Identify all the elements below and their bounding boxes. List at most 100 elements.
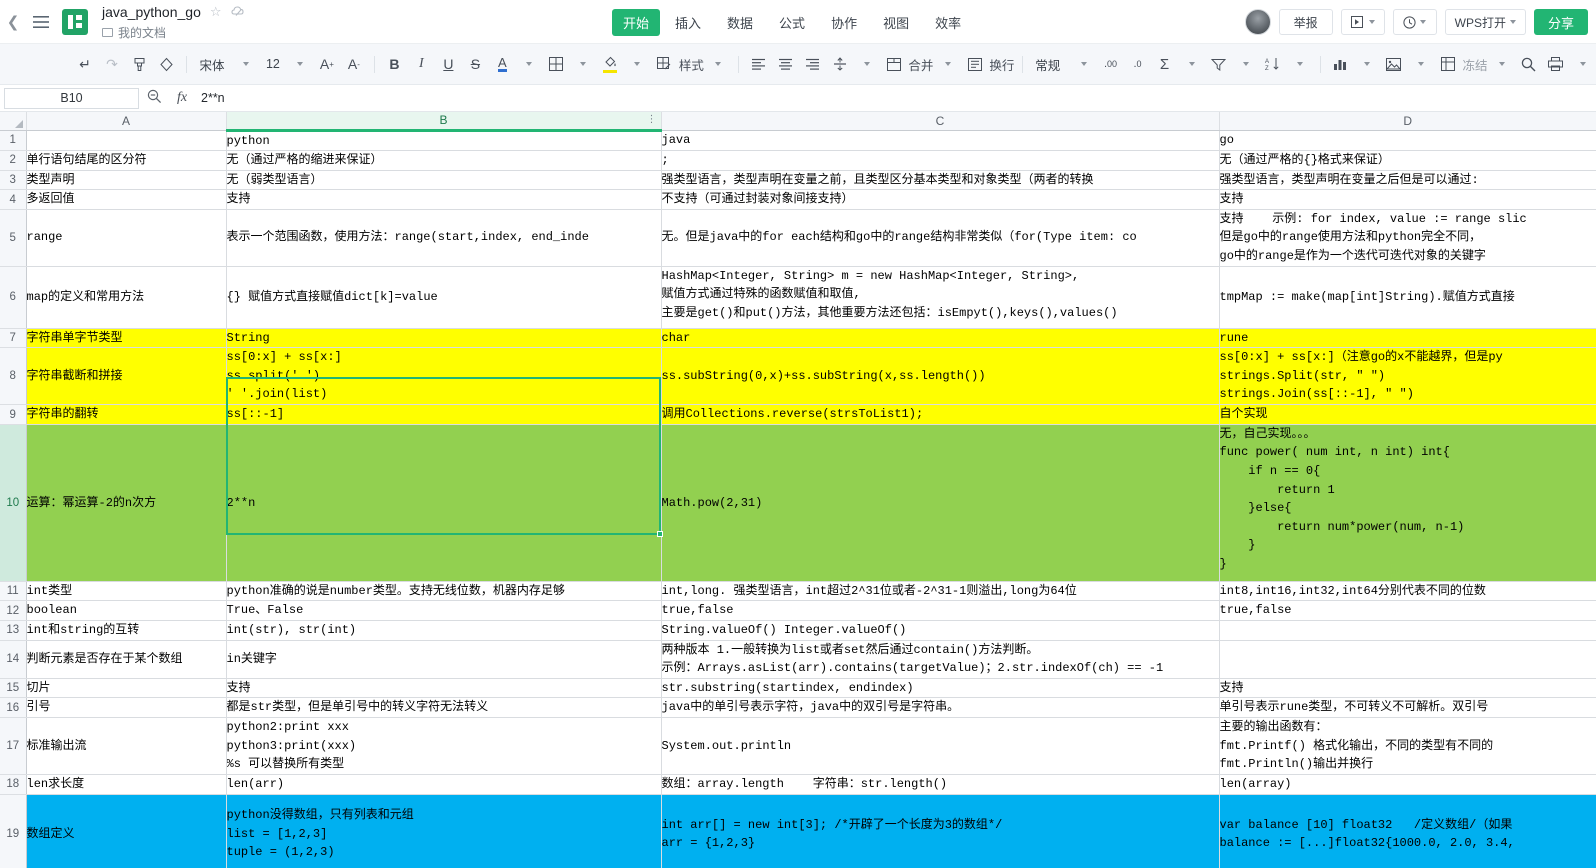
font-size-chevron-down-icon[interactable] xyxy=(287,50,313,78)
cell-d14[interactable] xyxy=(1219,640,1596,679)
table-row[interactable]: 18 len求长度 len(arr) 数组：array.length 字符串：s… xyxy=(0,774,1596,795)
cell-a17[interactable]: 标准输出流 xyxy=(26,717,227,775)
wrap-text-label[interactable]: 换行 xyxy=(989,50,1015,78)
table-row[interactable]: 10 运算：幂运算-2的n次方 2**n Math.pow(2,31) 无，自己… xyxy=(0,424,1596,582)
chart-chevron-down-icon[interactable] xyxy=(1354,50,1380,78)
column-header-c[interactable]: C xyxy=(661,112,1220,131)
cell-b11[interactable]: python准确的说是number类型。支持无线位数，机器内存足够 xyxy=(226,581,662,602)
cell-d6[interactable]: tmpMap := make(map[int]String).赋值方式直接 xyxy=(1219,266,1596,329)
freeze-chevron-down-icon[interactable] xyxy=(1489,50,1515,78)
cloud-sync-icon[interactable] xyxy=(230,5,246,20)
cell-c1[interactable]: java xyxy=(661,130,1220,152)
row-header-11[interactable]: 11 xyxy=(0,581,27,602)
cell-c11[interactable]: int,long. 强类型语言，int超过2^31位或者-2^31-1则溢出,l… xyxy=(661,581,1220,602)
cell-style-icon[interactable] xyxy=(651,50,677,78)
decrease-font-size-icon[interactable]: A- xyxy=(341,50,367,78)
table-row[interactable]: 5 range 表示一个范围函数，使用方法：range(start,index,… xyxy=(0,209,1596,267)
share-button[interactable]: 分享 xyxy=(1533,9,1588,35)
cell-a11[interactable]: int类型 xyxy=(26,581,227,602)
cell-b16[interactable]: 都是str类型，但是单引号中的转义字符无法转义 xyxy=(226,697,662,718)
cell-d18[interactable]: len(array) xyxy=(1219,774,1596,795)
cell-a15[interactable]: 切片 xyxy=(26,678,227,699)
italic-button[interactable]: I xyxy=(408,50,434,78)
align-left-icon[interactable] xyxy=(746,50,772,78)
cell-b2[interactable]: 无（通过严格的缩进来保证） xyxy=(226,150,662,171)
cell-a7[interactable]: 字符串单字节类型 xyxy=(26,328,227,349)
cell-c4[interactable]: 不支持（可通过封装对象间接支持） xyxy=(661,189,1220,210)
cell-a14[interactable]: 判断元素是否存在于某个数组 xyxy=(26,640,227,679)
table-row[interactable]: 12 boolean True、False true,false true,fa… xyxy=(0,600,1596,622)
tab-insert[interactable]: 插入 xyxy=(664,9,712,36)
bold-button[interactable]: B xyxy=(381,50,407,78)
freeze-label[interactable]: 冻结 xyxy=(1462,50,1488,78)
cell-c13[interactable]: String.valueOf() Integer.valueOf() xyxy=(661,620,1220,641)
print-icon[interactable] xyxy=(1543,50,1569,78)
cell-b3[interactable]: 无（弱类型语言） xyxy=(226,170,662,191)
tab-view[interactable]: 视图 xyxy=(872,9,920,36)
tab-start[interactable]: 开始 xyxy=(612,8,661,36)
row-header-4[interactable]: 4 xyxy=(0,189,27,210)
cell-c8[interactable]: ss.subString(0,x)+ss.subString(x,ss.leng… xyxy=(661,347,1220,406)
zoom-out-icon[interactable] xyxy=(139,89,169,107)
wrap-text-icon[interactable] xyxy=(962,50,988,78)
cell-a16[interactable]: 引号 xyxy=(26,697,227,718)
history-button[interactable] xyxy=(1392,9,1437,35)
table-row[interactable]: 8 字符串截断和拼接 ss[0:x] + ss[x:] ss.split(' '… xyxy=(0,347,1596,406)
cell-b1[interactable]: python xyxy=(226,130,662,152)
select-all-corner[interactable] xyxy=(0,112,27,131)
cell-d10[interactable]: 无，自己实现。。。 func power( num int, n int) in… xyxy=(1219,424,1596,582)
image-chevron-down-icon[interactable] xyxy=(1408,50,1434,78)
tab-collaborate[interactable]: 协作 xyxy=(820,9,868,36)
autosum-chevron-down-icon[interactable] xyxy=(1179,50,1205,78)
table-row[interactable]: 17 标准输出流 python2:print xxx python3:print… xyxy=(0,717,1596,775)
cell-d12[interactable]: true,false xyxy=(1219,600,1596,622)
tab-data[interactable]: 数据 xyxy=(716,9,764,36)
cell-d15[interactable]: 支持 xyxy=(1219,678,1596,699)
cell-d8[interactable]: ss[0:x] + ss[x:]（注意go的x不能越界，但是py strings… xyxy=(1219,347,1596,406)
cell-d7[interactable]: rune xyxy=(1219,328,1596,349)
chart-icon[interactable] xyxy=(1327,50,1353,78)
font-size-select[interactable]: 12 xyxy=(260,50,286,78)
cell-b17[interactable]: python2:print xxx python3:print(xxx) %s … xyxy=(226,717,662,775)
folder-label[interactable]: 我的文档 xyxy=(118,24,166,41)
selection-fill-handle[interactable] xyxy=(657,531,663,537)
row-header-17[interactable]: 17 xyxy=(0,717,27,775)
cell-d19[interactable]: var balance [10] float32 /定义数组/（如果 balan… xyxy=(1219,794,1596,868)
table-row[interactable]: 13 int和string的互转 int(str), str(int) Stri… xyxy=(0,620,1596,641)
number-format-select[interactable]: 常规 xyxy=(1029,50,1069,78)
cell-a10[interactable]: 运算：幂运算-2的n次方 xyxy=(26,424,227,582)
row-header-3[interactable]: 3 xyxy=(0,170,27,191)
cell-b12[interactable]: True、False xyxy=(226,600,662,622)
cell-b10[interactable]: 2**n xyxy=(226,424,662,582)
spreadsheet-grid[interactable]: A B ⋮ C D 1 python java go 2 单行语句结尾的区分符 … xyxy=(0,112,1596,868)
row-header-15[interactable]: 15 xyxy=(0,678,27,699)
border-chevron-down-icon[interactable] xyxy=(570,50,596,78)
row-header-16[interactable]: 16 xyxy=(0,697,27,718)
cell-c16[interactable]: java中的单引号表示字符，java中的双引号是字符串。 xyxy=(661,697,1220,718)
column-header-a[interactable]: A xyxy=(26,112,227,131)
cell-a8[interactable]: 字符串截断和拼接 xyxy=(26,347,227,406)
image-icon[interactable] xyxy=(1381,50,1407,78)
column-menu-icon[interactable]: ⋮ xyxy=(647,115,657,125)
border-icon[interactable] xyxy=(543,50,569,78)
table-row[interactable]: 4 多返回值 支持 不支持（可通过封装对象间接支持） 支持 xyxy=(0,189,1596,210)
cell-a13[interactable]: int和string的互转 xyxy=(26,620,227,641)
clear-format-icon[interactable] xyxy=(153,50,179,78)
present-button[interactable] xyxy=(1340,9,1385,35)
cell-b5[interactable]: 表示一个范围函数，使用方法：range(start,index, end_ind… xyxy=(226,209,662,267)
cell-b9[interactable]: ss[::-1] xyxy=(226,404,662,425)
print-chevron-down-icon[interactable] xyxy=(1570,50,1596,78)
table-row[interactable]: 3 类型声明 无（弱类型语言） 强类型语言，类型声明在变量之前，且类型区分基本类… xyxy=(0,170,1596,191)
cell-a5[interactable]: range xyxy=(26,209,227,267)
sort-az-icon[interactable]: AZ xyxy=(1260,50,1286,78)
cell-c14[interactable]: 两种版本 1.一般转换为list或者set然后通过contain()方法判断。 … xyxy=(661,640,1220,679)
freeze-icon[interactable] xyxy=(1435,50,1461,78)
undo-icon[interactable]: ↵ xyxy=(72,50,98,78)
underline-button[interactable]: U xyxy=(435,50,461,78)
cell-c19[interactable]: int arr[] = new int[3]; /*开辟了一个长度为3的数组*/… xyxy=(661,794,1220,868)
row-header-1[interactable]: 1 xyxy=(0,130,27,152)
format-painter-icon[interactable] xyxy=(126,50,152,78)
cell-d2[interactable]: 无（通过严格的{}格式来保证） xyxy=(1219,150,1596,171)
table-row[interactable]: 2 单行语句结尾的区分符 无（通过严格的缩进来保证） ; 无（通过严格的{}格式… xyxy=(0,150,1596,171)
row-header-7[interactable]: 7 xyxy=(0,328,27,349)
